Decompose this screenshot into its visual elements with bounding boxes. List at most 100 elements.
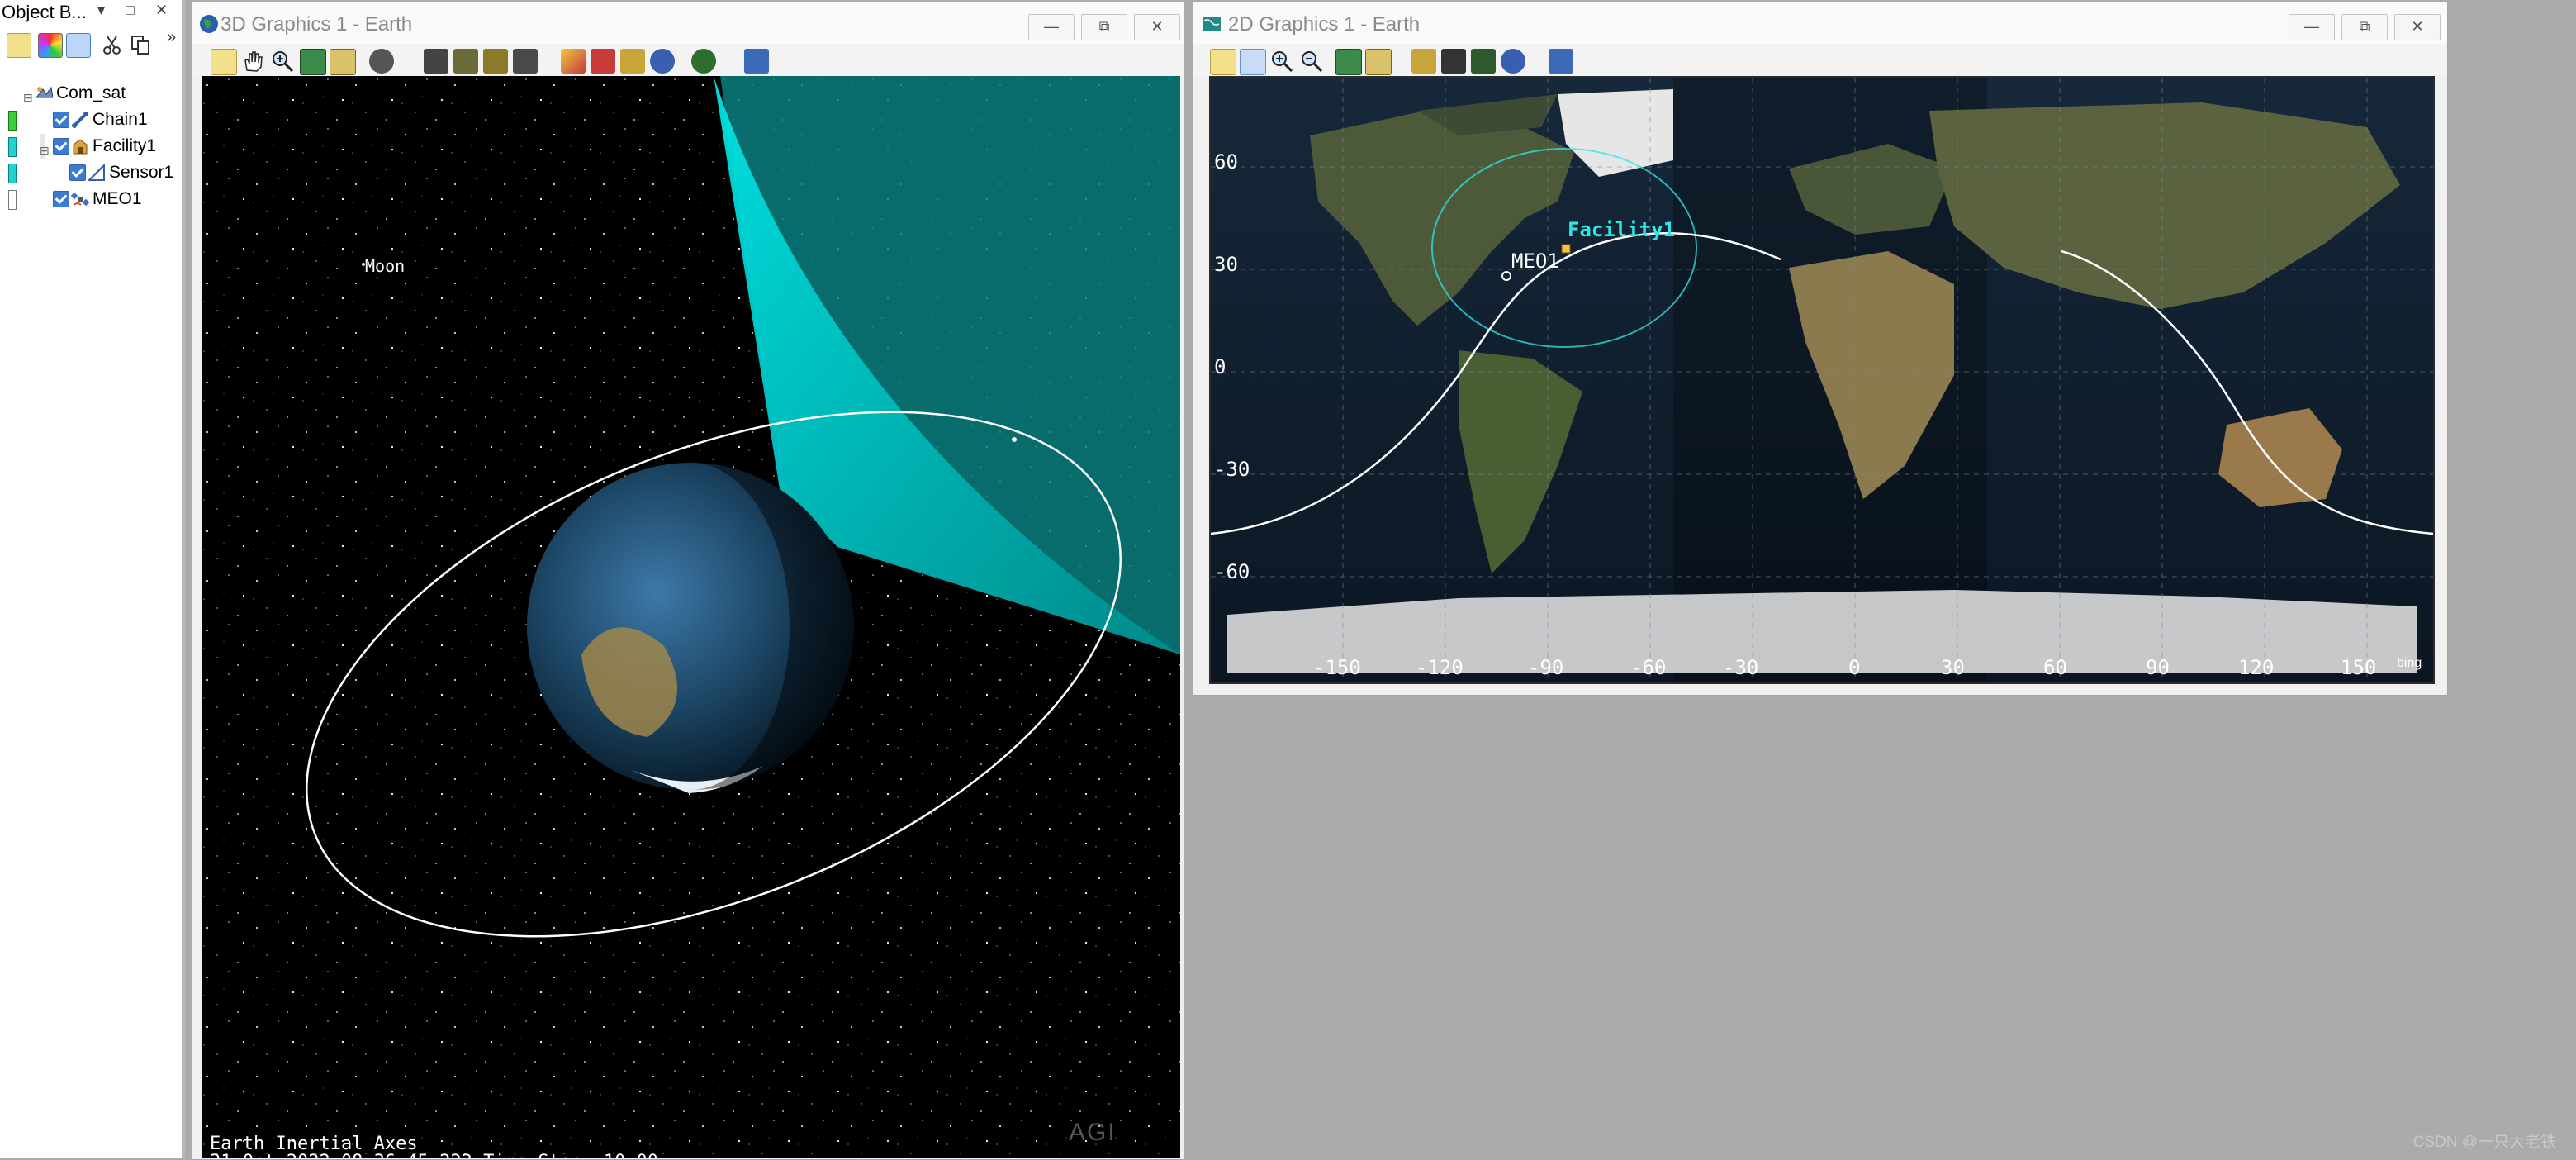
window-2d-toolbar [1193, 44, 2447, 77]
map-layers-icon[interactable] [300, 49, 326, 75]
facility1-map-marker[interactable] [1561, 244, 1571, 254]
globe-3d-icon [200, 15, 218, 33]
map-grid-icon[interactable] [1471, 49, 1496, 74]
lat-label-neg30: -30 [1214, 458, 1250, 481]
meo1-color-swatch [8, 190, 17, 210]
map-layers-icon[interactable] [1335, 49, 1362, 75]
tree-label-chain1: Chain1 [93, 110, 148, 129]
camera-path-icon[interactable] [513, 49, 538, 74]
lon-label-neg60: -60 [1630, 656, 1667, 679]
dropdown-icon[interactable]: ▾ [97, 2, 105, 19]
lat-label-30: 30 [1214, 253, 1238, 276]
lat-label-0: 0 [1214, 355, 1226, 378]
map-2d-icon [1203, 17, 1221, 31]
color-wheel-icon[interactable] [38, 33, 63, 58]
moon-label: Moon [365, 256, 406, 276]
view-to-icon[interactable] [453, 49, 478, 74]
lat-label-neg60: -60 [1214, 560, 1250, 583]
zoom-in-icon[interactable] [270, 49, 295, 74]
tree-item-facility1[interactable]: ⊟ Facility1 [40, 134, 156, 159]
new-object-icon[interactable] [7, 33, 31, 58]
close-button[interactable]: ✕ [1134, 14, 1180, 40]
lat-label-60: 60 [1214, 150, 1238, 174]
pan-hand-icon[interactable] [240, 49, 265, 74]
ruler-icon[interactable] [620, 49, 645, 74]
measure-icon[interactable] [561, 49, 586, 74]
properties-icon[interactable] [1210, 49, 1236, 75]
sensor-icon [88, 164, 105, 181]
meo1-satellite-marker[interactable] [1012, 437, 1017, 442]
close-button[interactable]: ✕ [2394, 14, 2441, 40]
lon-label-neg150: -150 [1313, 656, 1361, 679]
window-3d-titlebar: 3D Graphics 1 - Earth — ⧉ ✕ [192, 2, 1184, 44]
window-2d-titlebar: 2D Graphics 1 - Earth — ⧉ ✕ [1193, 2, 2447, 44]
check-objects-icon[interactable] [66, 33, 91, 58]
lon-label-120: 120 [2238, 656, 2275, 679]
globe-options-icon[interactable] [1501, 49, 1525, 74]
pencil-icon[interactable] [591, 49, 615, 74]
object-browser-titlebar: Object B... ▾ □ ✕ [0, 0, 182, 25]
minimize-button[interactable]: — [2289, 14, 2335, 40]
meo1-map-label: MEO1 [1511, 250, 1559, 273]
facility1-color-swatch [8, 137, 17, 157]
view-from-icon[interactable] [369, 49, 394, 74]
lon-label-neg120: -120 [1416, 656, 1464, 679]
bing-logo: bing [2397, 656, 2422, 670]
csdn-watermark: CSDN @一只大老铁 [2412, 1134, 2556, 1151]
chain-icon [72, 112, 88, 128]
ruler-icon[interactable] [1411, 49, 1436, 74]
satellite-icon [71, 192, 89, 207]
lon-label-60: 60 [2043, 656, 2067, 679]
scale-icon[interactable] [1441, 49, 1466, 74]
window-3d-title: 3D Graphics 1 - Earth [221, 13, 413, 36]
moon-marker [362, 263, 365, 266]
lon-label-0: 0 [1848, 656, 1861, 679]
agi-watermark: AGI [1069, 1119, 1117, 1146]
toolbar-overflow-icon[interactable]: » [167, 28, 176, 47]
lon-label-30: 30 [1941, 656, 1965, 679]
lon-label-neg90: -90 [1528, 656, 1564, 679]
object-browser-panel: Object B... ▾ □ ✕ » ⊟ Com_sat Chain1 ⊟ F… [0, 0, 185, 1158]
2d-map-viewport[interactable]: 60 30 0 -30 -60 -150 -120 -90 -60 -30 0 … [1209, 76, 2435, 684]
tree-label-sensor1: Sensor1 [109, 163, 174, 182]
window-3d-toolbar [192, 44, 1184, 77]
analysis-globe-icon[interactable] [1549, 49, 1573, 74]
cut-icon[interactable] [101, 33, 124, 56]
meo1-visibility-checkbox[interactable] [53, 191, 69, 207]
3d-viewport[interactable]: Moon Earth Inertial Axes 31 Oct 2022 08:… [202, 76, 1180, 1158]
lon-label-neg30: -30 [1723, 656, 1759, 679]
copy-icon[interactable] [129, 33, 152, 56]
zoom-in-icon[interactable] [1269, 49, 1294, 74]
restore-button[interactable]: ⧉ [1081, 14, 1127, 40]
orbit-view-icon[interactable] [483, 49, 508, 74]
globe-options-icon[interactable] [650, 49, 675, 74]
object-browser-toolbar: » [0, 28, 182, 66]
lon-label-90: 90 [2146, 656, 2170, 679]
tree-label-meo1: MEO1 [93, 189, 142, 208]
sensor1-visibility-checkbox[interactable] [69, 164, 86, 181]
chain1-color-swatch [8, 111, 17, 131]
properties-icon[interactable] [211, 49, 237, 75]
3d-scene [202, 76, 1180, 1158]
snapshot-icon[interactable] [1365, 49, 1392, 75]
window-2d-title: 2D Graphics 1 - Earth [1228, 13, 1421, 36]
facility-icon [73, 139, 88, 155]
chain1-visibility-checkbox[interactable] [53, 112, 69, 128]
analysis-globe-icon[interactable] [744, 49, 769, 74]
pan-hand-icon[interactable] [1240, 49, 1266, 75]
tree-label-com-sat: Com_sat [56, 83, 126, 102]
globe-manager-icon[interactable] [691, 49, 716, 74]
sensor1-color-swatch [8, 164, 17, 183]
home-view-icon[interactable] [424, 49, 448, 74]
float-panel-icon[interactable]: □ [126, 2, 135, 19]
minimize-button[interactable]: — [1028, 14, 1075, 40]
close-panel-icon[interactable]: ✕ [155, 2, 168, 19]
zoom-out-icon[interactable] [1299, 49, 1324, 74]
scenario-icon [35, 86, 53, 98]
object-browser-title: Object B... [2, 2, 87, 22]
snapshot-icon[interactable] [330, 49, 356, 75]
facility1-visibility-checkbox[interactable] [53, 138, 69, 155]
lon-label-150: 150 [2341, 656, 2377, 679]
restore-button[interactable]: ⧉ [2341, 14, 2388, 40]
facility1-map-label: Facility1 [1568, 218, 1676, 241]
